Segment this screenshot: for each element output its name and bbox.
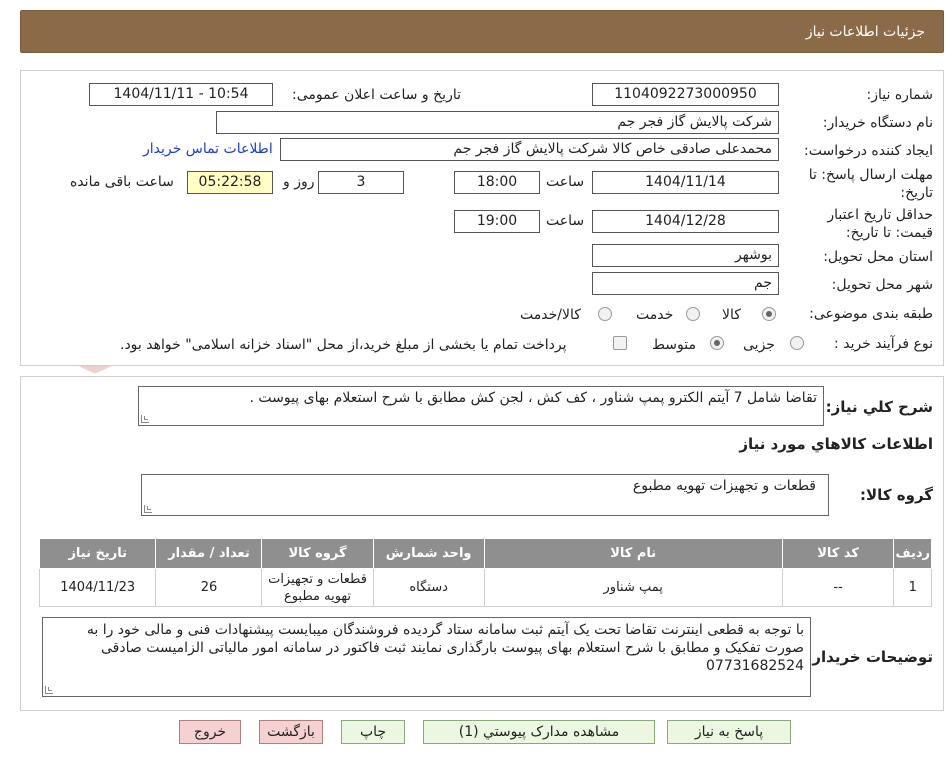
buyer-org-label: نام دستگاه خریدار: <box>822 115 933 131</box>
col-header-quantity: تعداد / مقدار <box>155 538 263 569</box>
province-field: بوشهر <box>592 244 779 267</box>
goods-section-title: اطلاعات کالاهاي مورد نياز <box>739 435 933 453</box>
need-number-field: 1104092273000950 <box>592 83 779 106</box>
resize-grip-icon[interactable] <box>141 415 149 423</box>
city-field: جم <box>592 272 779 295</box>
category-option-goods: کالا <box>722 307 741 323</box>
summary-text: تقاضا شامل 7 آیتم الکترو پمپ شناور ، کف … <box>249 390 817 406</box>
buyer-org-field: شرکت پالایش گاز فجر جم <box>216 111 779 134</box>
table-row[interactable]: 1 -- پمپ شناور دستگاه قطعات و تجهیزات ته… <box>38 568 932 607</box>
view-attachments-button[interactable]: مشاهده مدارک پیوستي (1) <box>423 720 655 744</box>
summary-textarea[interactable]: تقاضا شامل 7 آیتم الکترو پمپ شناور ، کف … <box>138 386 824 426</box>
cell-item-name: پمپ شناور <box>483 568 783 607</box>
need-number-label: شماره نیاز: <box>866 87 934 103</box>
resize-grip-icon[interactable] <box>144 505 152 513</box>
process-radio-minor[interactable] <box>790 336 804 350</box>
creator-label: ایجاد کننده درخواست: <box>804 143 933 159</box>
col-header-item-code: کد کالا <box>781 538 895 569</box>
cell-group: قطعات و تجهیزات تهویه مطبوع <box>261 568 374 607</box>
announce-datetime-field: 1404/11/11 - 10:54 <box>89 83 273 106</box>
cell-need-date: 1404/11/23 <box>38 568 157 607</box>
cell-item-code: -- <box>781 568 895 607</box>
col-header-need-date: تاريخ نياز <box>38 538 157 569</box>
col-header-unit: واحد شمارش <box>372 538 485 569</box>
summary-label: شرح کلي نياز: <box>825 398 933 416</box>
creator-field: محمدعلی صادقی خاص کالا شرکت پالایش گاز ف… <box>280 138 779 161</box>
response-deadline-time-label: ساعت <box>546 174 585 190</box>
cell-unit: دستگاه <box>372 568 485 607</box>
price-validity-time-field: 19:00 <box>454 210 540 233</box>
back-button[interactable]: بازگشت <box>259 720 323 744</box>
buyer-notes-text: با توجه به قطعی اینترنت تقاضا تحت یک آیت… <box>86 622 804 674</box>
buyer-notes-label: توضیحات خریدار: <box>806 648 933 666</box>
process-radio-medium[interactable] <box>710 336 724 350</box>
remaining-time-label: ساعت باقی مانده <box>70 174 174 190</box>
goods-group-label: گروه کالا: <box>860 486 933 504</box>
response-days-field: 3 <box>318 171 404 194</box>
treasury-payment-checkbox[interactable] <box>613 336 627 350</box>
process-option-minor: جزیی <box>743 337 775 353</box>
response-deadline-time-field: 18:00 <box>454 171 540 194</box>
cell-row-number: 1 <box>893 568 932 607</box>
price-validity-time-label: ساعت <box>546 213 585 229</box>
goods-group-textarea[interactable]: قطعات و تجهیزات تهویه مطبوع <box>141 474 829 516</box>
announce-datetime-label: تاریخ و ساعت اعلان عمومی: <box>292 87 461 103</box>
category-label: طبقه بندی موضوعی: <box>809 306 933 322</box>
city-label: شهر محل تحویل: <box>831 277 933 293</box>
cell-quantity: 26 <box>155 568 263 607</box>
reply-button[interactable]: پاسخ به نیاز <box>667 720 791 744</box>
goods-group-text: قطعات و تجهیزات تهویه مطبوع <box>632 478 816 494</box>
col-header-group: گروه کالا <box>261 538 374 569</box>
col-header-item-name: نام کالا <box>483 538 783 569</box>
goods-table: رديف کد کالا نام کالا واحد شمارش گروه کا… <box>38 538 932 607</box>
table-header-row: رديف کد کالا نام کالا واحد شمارش گروه کا… <box>38 538 932 569</box>
treasury-payment-note: پرداخت تمام یا بخشی از مبلغ خرید،از محل … <box>120 337 567 353</box>
price-validity-date-field: 1404/12/28 <box>592 210 779 233</box>
process-type-label: نوع فرآیند خرید : <box>834 336 933 352</box>
response-deadline-date-field: 1404/11/14 <box>592 171 779 194</box>
price-validity-label: حداقل تاریخ اعتبار قیمت: تا تاریخ: <box>827 207 933 241</box>
province-label: استان محل تحویل: <box>823 249 933 265</box>
process-option-medium: متوسط <box>652 337 696 353</box>
buyer-notes-textarea[interactable]: با توجه به قطعی اینترنت تقاضا تحت یک آیت… <box>42 617 811 697</box>
remaining-time-field: 05:22:58 <box>187 171 273 194</box>
print-button[interactable]: چاپ <box>341 720 405 744</box>
category-radio-goods-service[interactable] <box>598 307 612 321</box>
page-title-bar: جزئیات اطلاعات نیاز <box>20 10 944 53</box>
response-days-label: روز و <box>283 174 315 190</box>
buyer-contact-link[interactable]: اطلاعات تماس خریدار <box>143 141 273 157</box>
response-deadline-label: مهلت ارسال پاسخ: تا تاریخ: <box>808 167 933 201</box>
category-radio-service[interactable] <box>686 307 700 321</box>
resize-grip-icon[interactable] <box>45 686 53 694</box>
category-radio-goods[interactable] <box>762 307 776 321</box>
category-option-service: خدمت <box>636 307 674 323</box>
exit-button[interactable]: خروج <box>179 720 241 744</box>
col-header-row-number: رديف <box>893 538 932 569</box>
page-title: جزئیات اطلاعات نیاز <box>805 23 925 40</box>
category-option-goods-service: کالا/خدمت <box>520 307 581 323</box>
